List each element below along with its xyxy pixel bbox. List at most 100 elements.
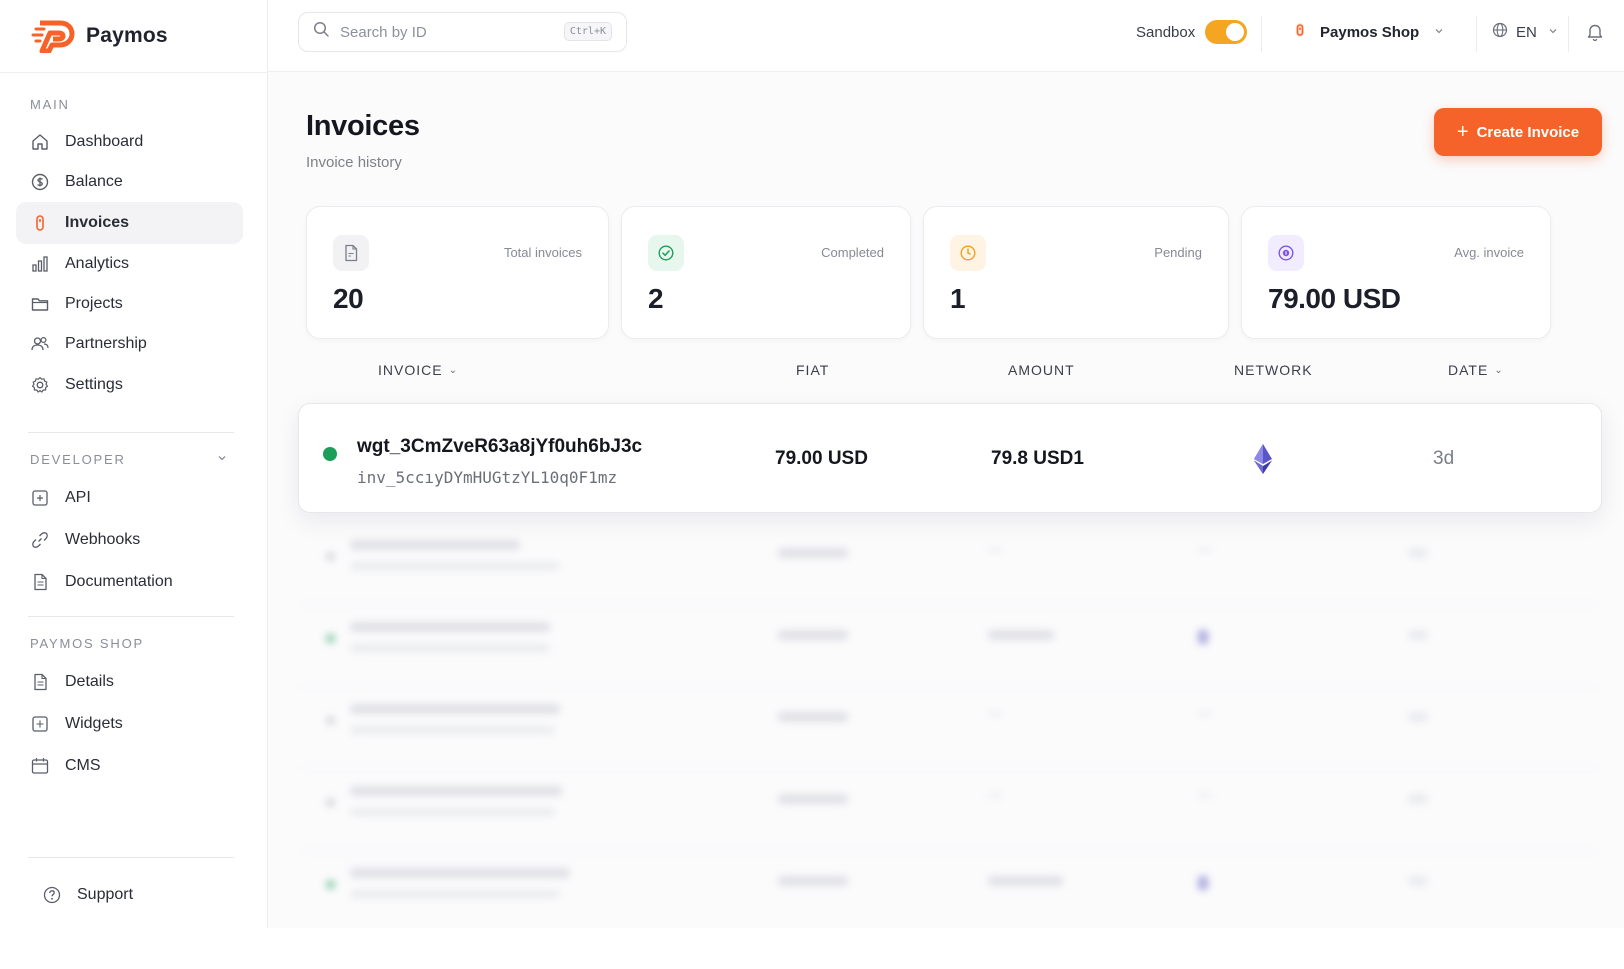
column-header-fiat: FIAT (796, 362, 829, 378)
status-dot (326, 634, 335, 643)
divider (1261, 16, 1262, 52)
file-icon (333, 235, 369, 271)
blurred-text (350, 562, 560, 570)
sidebar-item-invoices[interactable]: Invoices (16, 202, 243, 244)
table-header: INVOICE ⌄ FIAT AMOUNT NETWORK DATE ⌄ (268, 354, 1624, 384)
page-subtitle: Invoice history (306, 154, 402, 171)
stat-label: Total invoices (503, 245, 582, 260)
blurred-text (1198, 548, 1212, 551)
sidebar-item-widgets[interactable]: Widgets (16, 703, 243, 745)
stat-card-pending: Pending 1 (923, 206, 1229, 339)
column-header-invoice[interactable]: INVOICE ⌄ (378, 362, 458, 378)
calendar-icon (30, 756, 50, 776)
status-dot (326, 552, 335, 561)
search-icon (313, 21, 330, 43)
divider (28, 616, 234, 617)
sidebar-item-analytics[interactable]: Analytics (16, 243, 243, 285)
section-main-title: MAIN (0, 97, 268, 112)
check-circle-icon (648, 235, 684, 271)
sidebar-item-label: CMS (65, 757, 101, 774)
table-row-blurred (298, 850, 1602, 933)
invoice-icon (30, 213, 50, 233)
column-header-date[interactable]: DATE ⌄ (1448, 362, 1504, 378)
sidebar-item-balance[interactable]: Balance (16, 161, 243, 203)
sidebar-item-projects[interactable]: Projects (16, 283, 243, 325)
ethereum-icon (1253, 444, 1273, 479)
sidebar-item-label: Webhooks (65, 531, 141, 548)
sidebar-item-label: Projects (65, 295, 123, 312)
stat-label: Completed (821, 245, 884, 260)
invoice-amount: 79.8 USD1 (991, 448, 1084, 469)
document-icon (30, 672, 50, 692)
chevron-down-icon: ⌄ (1494, 364, 1504, 376)
sidebar-item-label: Partnership (65, 335, 147, 352)
blurred-text (350, 868, 570, 878)
blurred-text (1198, 794, 1212, 797)
brand[interactable]: Paymos (0, 0, 267, 73)
column-header-amount: AMOUNT (1008, 362, 1075, 378)
chevron-down-icon (1433, 24, 1445, 41)
blurred-text (988, 548, 1002, 551)
search-input[interactable] (340, 23, 550, 41)
language-code: EN (1516, 23, 1537, 41)
blurred-text (350, 726, 555, 734)
search-box[interactable]: Ctrl+K (298, 12, 627, 52)
section-developer-title[interactable]: DEVELOPER (0, 452, 268, 467)
sidebar-item-label: Dashboard (65, 133, 144, 150)
blurred-text (1408, 794, 1428, 804)
stat-value: 20 (333, 283, 364, 314)
divider (1476, 16, 1477, 52)
blurred-text (350, 786, 562, 796)
shop-selector[interactable]: Paymos Shop (1294, 20, 1445, 44)
blurred-text (778, 712, 848, 722)
sidebar-item-details[interactable]: Details (16, 661, 243, 703)
stat-card-total: Total invoices 20 (306, 206, 609, 339)
blurred-text (1408, 876, 1428, 886)
language-selector[interactable]: EN (1492, 22, 1559, 42)
blurred-text (350, 808, 555, 816)
plus-icon: + (1456, 120, 1469, 143)
sidebar-item-settings[interactable]: Settings (16, 364, 243, 406)
sidebar-footer-area (0, 928, 268, 969)
status-dot (323, 447, 337, 461)
blurred-text (778, 630, 848, 640)
sidebar-item-label: Settings (65, 376, 123, 393)
globe-icon (1492, 22, 1508, 42)
blurred-text (350, 622, 550, 632)
sandbox-toggle[interactable] (1205, 20, 1248, 44)
sidebar-item-api[interactable]: API (16, 477, 243, 519)
shop-icon (1294, 20, 1306, 44)
create-invoice-button[interactable]: + Create Invoice (1434, 108, 1602, 156)
sidebar-item-dashboard[interactable]: Dashboard (16, 121, 243, 163)
sidebar-item-partnership[interactable]: Partnership (16, 323, 243, 365)
divider (1568, 16, 1569, 52)
sidebar-item-cms[interactable]: CMS (16, 745, 243, 787)
blurred-text (988, 630, 1054, 640)
blurred-text (778, 548, 848, 558)
sandbox-label: Sandbox (1136, 23, 1196, 41)
section-label: MAIN (30, 97, 70, 112)
invoice-fiat: 79.00 USD (775, 448, 868, 469)
stat-value: 1 (950, 283, 966, 314)
chevron-down-icon (216, 452, 228, 467)
blurred-text (988, 794, 1002, 797)
blurred-text (1198, 712, 1212, 715)
invoice-row-highlighted[interactable]: wgt_3CmZveR63a8jYf0uh6bJ3c inv_5ccıyDYmH… (298, 403, 1602, 513)
status-dot (326, 716, 335, 725)
shop-name: Paymos Shop (1320, 23, 1420, 41)
sidebar-item-support[interactable]: Support (28, 874, 255, 916)
blurred-text (1408, 712, 1428, 722)
blurred-text (350, 644, 550, 652)
blurred-text (350, 704, 560, 714)
bell-icon[interactable] (1586, 22, 1604, 47)
sandbox-switch[interactable]: Sandbox (1136, 20, 1248, 44)
sidebar-item-label: Balance (65, 173, 123, 190)
ethereum-icon (1198, 630, 1208, 644)
column-header-label: DATE (1448, 362, 1489, 378)
folder-icon (30, 294, 50, 314)
sidebar-item-documentation[interactable]: Documentation (16, 561, 243, 603)
blurred-text (988, 876, 1063, 886)
sidebar-item-webhooks[interactable]: Webhooks (16, 519, 243, 561)
ethereum-icon (1198, 876, 1208, 890)
chevron-down-icon: ⌄ (448, 364, 458, 376)
